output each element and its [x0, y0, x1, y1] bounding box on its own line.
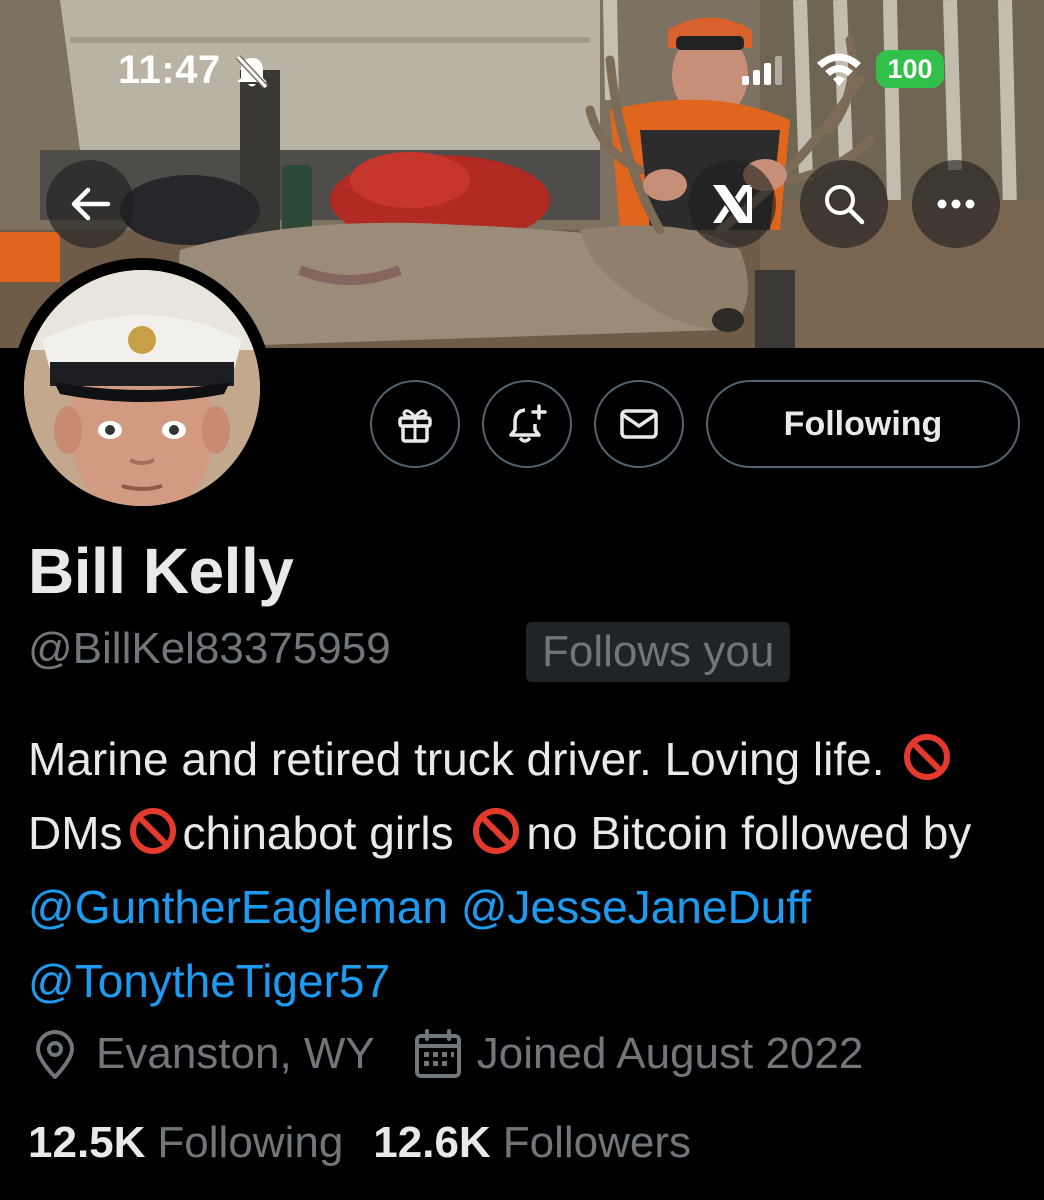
- bio-text: Marine and retired truck driver. Loving …: [28, 733, 898, 785]
- status-time: 11:47: [118, 48, 221, 92]
- bio-mention-link[interactable]: @JesseJaneDuff: [461, 881, 811, 933]
- back-button[interactable]: [46, 160, 134, 248]
- prohibited-icon: [470, 805, 522, 857]
- gift-button[interactable]: [370, 380, 460, 468]
- search-button[interactable]: [800, 160, 888, 248]
- more-button[interactable]: [912, 160, 1000, 248]
- gift-icon: [398, 409, 432, 443]
- bio-mention-link[interactable]: @TonytheTiger57: [28, 955, 390, 1007]
- grok-icon: [713, 185, 752, 223]
- prohibited-icon: [901, 731, 953, 783]
- location-pin-icon: [36, 1030, 74, 1079]
- search-icon: [825, 185, 865, 225]
- location-text: Evanston, WY: [96, 1029, 375, 1078]
- display-name: Bill Kelly: [28, 535, 294, 607]
- wifi-icon: [817, 53, 861, 86]
- more-icon: [937, 199, 975, 209]
- arrow-left-icon: [71, 187, 111, 221]
- bio-text: chinabot girls: [182, 807, 467, 859]
- bell-slash-icon: [235, 54, 269, 90]
- following-label: Following: [157, 1118, 344, 1167]
- joined-date-text: Joined August 2022: [476, 1029, 864, 1078]
- follow-stats: 12.5K Following 12.6K Followers: [28, 1118, 691, 1168]
- follows-you-badge: Follows you: [526, 622, 791, 682]
- cellular-signal-icon: [742, 56, 782, 85]
- bio-text: DMs: [28, 807, 123, 859]
- status-bar: 11:47 100: [0, 0, 1044, 130]
- envelope-icon: [620, 409, 658, 439]
- profile-meta: Evanston, WY Joined August 2022: [28, 1022, 863, 1086]
- notify-button[interactable]: [482, 380, 572, 468]
- followers-label: Followers: [502, 1118, 691, 1167]
- profile-bio: Marine and retired truck driver. Loving …: [28, 722, 1028, 1018]
- avatar[interactable]: [12, 258, 272, 518]
- avatar-image: [24, 270, 260, 506]
- bell-plus-icon: [509, 404, 547, 443]
- calendar-icon: [414, 1029, 461, 1078]
- bio-mention-link[interactable]: @GuntherEagleman: [28, 881, 448, 933]
- followers-stat[interactable]: 12.6K Followers: [373, 1118, 691, 1168]
- prohibited-icon: [127, 805, 179, 857]
- following-button[interactable]: Following: [706, 380, 1020, 468]
- followers-count: 12.6K: [373, 1118, 491, 1167]
- bio-text: no Bitcoin followed by: [526, 807, 972, 859]
- following-count: 12.5K: [28, 1118, 146, 1167]
- user-handle: @BillKel83375959: [28, 624, 391, 673]
- message-button[interactable]: [594, 380, 684, 468]
- following-stat[interactable]: 12.5K Following: [28, 1118, 343, 1168]
- battery-indicator: 100: [876, 50, 944, 88]
- grok-button[interactable]: [688, 160, 776, 248]
